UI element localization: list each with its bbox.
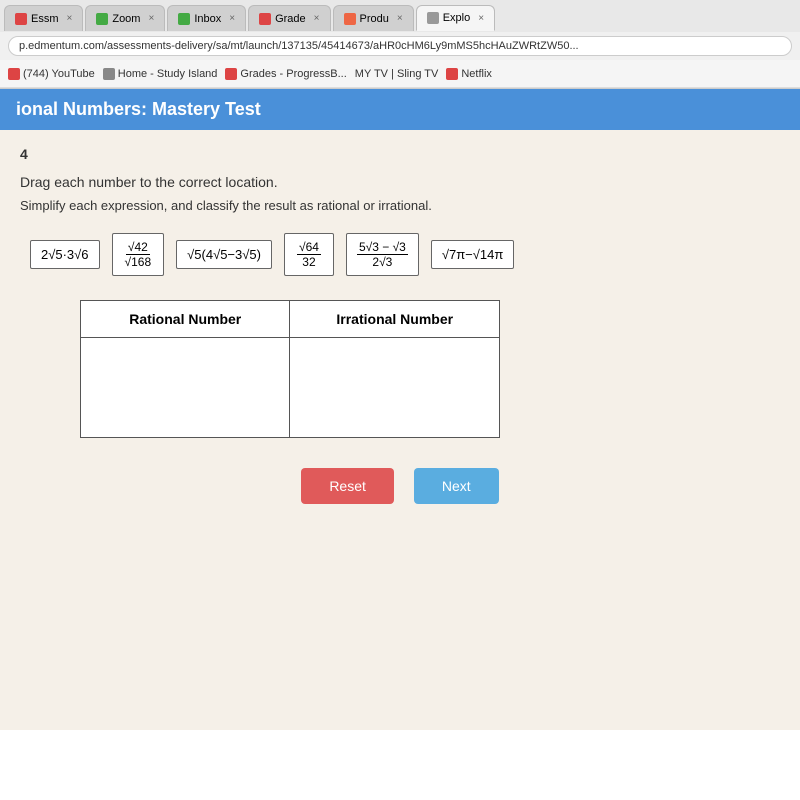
bookmark-grades-label: Grades - ProgressB... bbox=[240, 68, 346, 80]
bookmark-studyisland[interactable]: Home - Study Island bbox=[103, 68, 218, 80]
expr-tile-2[interactable]: √42 √168 bbox=[112, 233, 165, 276]
bottom-buttons: Reset Next bbox=[20, 458, 780, 504]
expr-tile-3[interactable]: √5(4√5−3√5) bbox=[176, 240, 272, 269]
bookmark-netflix-label: Netflix bbox=[461, 68, 492, 80]
tab-essm[interactable]: Essm × bbox=[4, 5, 83, 31]
bookmark-slingtv[interactable]: MY TV | Sling TV bbox=[355, 68, 439, 80]
reset-button[interactable]: Reset bbox=[301, 468, 394, 504]
classification-table: Rational Number Irrational Number bbox=[80, 300, 500, 438]
tab-explo[interactable]: Explo × bbox=[416, 5, 495, 31]
tab-produ-icon bbox=[344, 13, 356, 25]
tab-zoom-label: Zoom bbox=[112, 13, 140, 25]
bookmark-youtube-icon bbox=[8, 68, 20, 80]
address-bar[interactable]: p.edmentum.com/assessments-delivery/sa/m… bbox=[8, 36, 792, 56]
tab-essm-icon bbox=[15, 13, 27, 25]
address-text: p.edmentum.com/assessments-delivery/sa/m… bbox=[19, 40, 579, 52]
irrational-drop-zone[interactable] bbox=[290, 338, 500, 438]
tab-grade-close[interactable]: × bbox=[314, 13, 320, 24]
bookmark-netflix[interactable]: Netflix bbox=[446, 68, 492, 80]
col-irrational-header: Irrational Number bbox=[290, 301, 500, 338]
browser-chrome: Essm × Zoom × Inbox × Grade × Produ × Ex… bbox=[0, 0, 800, 89]
tab-inbox-icon bbox=[178, 13, 190, 25]
tab-inbox-close[interactable]: × bbox=[229, 13, 235, 24]
bookmarks-bar: (744) YouTube Home - Study Island Grades… bbox=[0, 60, 800, 88]
tab-inbox[interactable]: Inbox × bbox=[167, 5, 246, 31]
instruction-drag: Drag each number to the correct location… bbox=[20, 174, 780, 190]
tab-explo-icon bbox=[427, 12, 439, 24]
tab-explo-label: Explo bbox=[443, 12, 471, 24]
expr-tile-5[interactable]: 5√3 − √3 2√3 bbox=[346, 233, 419, 276]
expressions-row: 2√5·3√6 √42 √168 √5(4√5−3√5) √64 32 bbox=[20, 233, 780, 276]
expr-tile-6[interactable]: √7π−√14π bbox=[431, 240, 515, 269]
bookmark-grades[interactable]: Grades - ProgressB... bbox=[225, 68, 346, 80]
bookmark-netflix-icon bbox=[446, 68, 458, 80]
tab-produ-close[interactable]: × bbox=[397, 13, 403, 24]
tab-grade-label: Grade bbox=[275, 13, 306, 25]
tab-explo-close[interactable]: × bbox=[478, 13, 484, 24]
bookmark-slingtv-label: MY TV | Sling TV bbox=[355, 68, 439, 80]
bookmark-youtube[interactable]: (744) YouTube bbox=[8, 68, 95, 80]
rational-drop-zone[interactable] bbox=[81, 338, 290, 438]
bookmark-studyisland-icon bbox=[103, 68, 115, 80]
expr5-frac: 5√3 − √3 2√3 bbox=[357, 246, 408, 261]
tab-zoom-icon bbox=[96, 13, 108, 25]
page-title: ional Numbers: Mastery Test bbox=[16, 99, 261, 119]
expr-tile-1[interactable]: 2√5·3√6 bbox=[30, 240, 100, 269]
tab-grade[interactable]: Grade × bbox=[248, 5, 330, 31]
expr-tile-4[interactable]: √64 32 bbox=[284, 233, 334, 276]
tab-bar: Essm × Zoom × Inbox × Grade × Produ × Ex… bbox=[0, 0, 800, 32]
tab-produ-label: Produ bbox=[360, 13, 389, 25]
tab-zoom-close[interactable]: × bbox=[148, 13, 154, 24]
tab-produ[interactable]: Produ × bbox=[333, 5, 414, 31]
bookmark-youtube-label: (744) YouTube bbox=[23, 68, 95, 80]
table-container: Rational Number Irrational Number bbox=[80, 300, 780, 438]
next-button[interactable]: Next bbox=[414, 468, 499, 504]
expr4-frac: √64 32 bbox=[297, 246, 321, 261]
tab-grade-icon bbox=[259, 13, 271, 25]
tab-zoom[interactable]: Zoom × bbox=[85, 5, 165, 31]
tab-essm-label: Essm bbox=[31, 13, 59, 25]
bookmark-studyisland-label: Home - Study Island bbox=[118, 68, 218, 80]
instruction-simplify: Simplify each expression, and classify t… bbox=[20, 198, 780, 213]
page-header: ional Numbers: Mastery Test bbox=[0, 89, 800, 130]
expr2-frac: √42 √168 bbox=[123, 246, 154, 261]
tab-essm-close[interactable]: × bbox=[67, 13, 73, 24]
col-rational-header: Rational Number bbox=[81, 301, 290, 338]
bookmark-grades-icon bbox=[225, 68, 237, 80]
question-number: 4 bbox=[20, 146, 780, 162]
main-content: 4 Drag each number to the correct locati… bbox=[0, 130, 800, 730]
tab-inbox-label: Inbox bbox=[194, 13, 221, 25]
